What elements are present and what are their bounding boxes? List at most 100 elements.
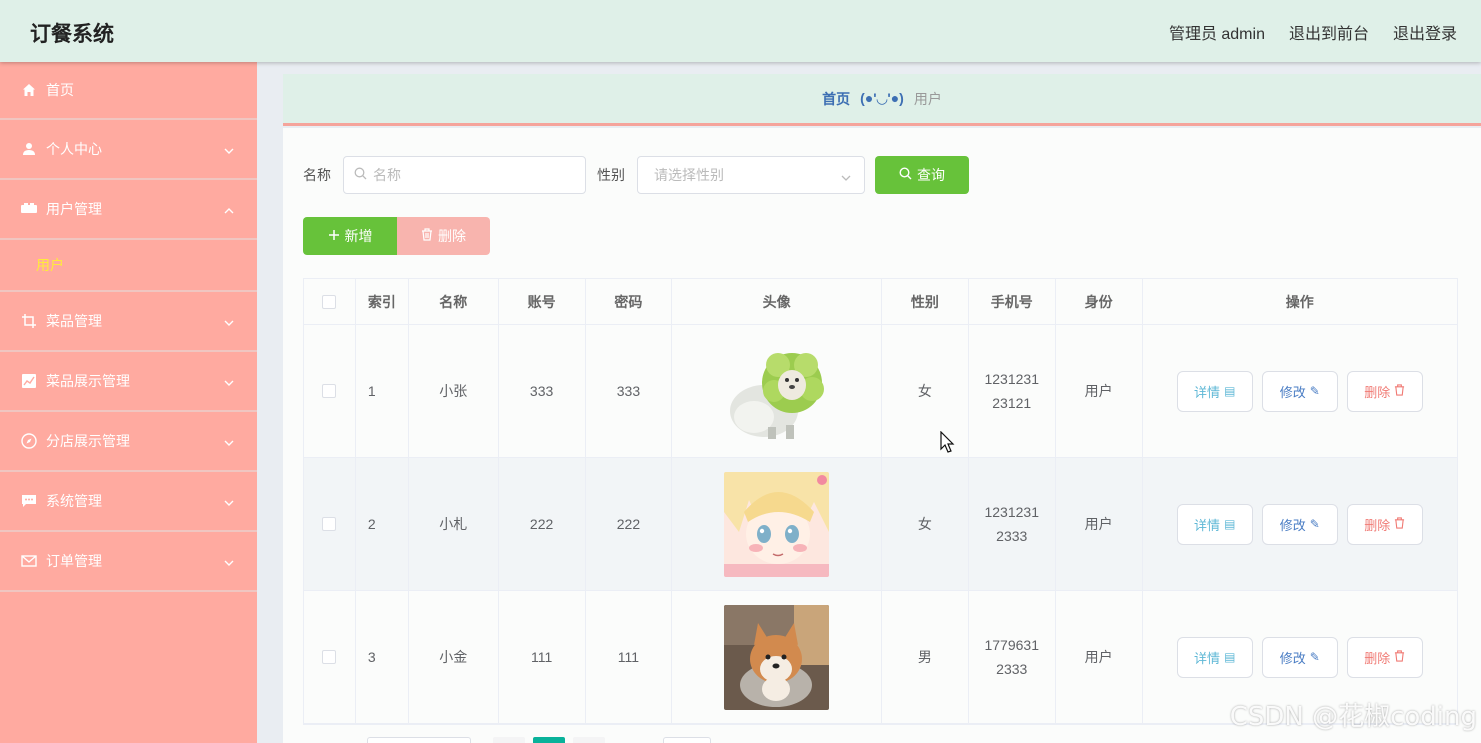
batch-delete-label: 删除	[438, 228, 466, 244]
chevron-up-icon	[223, 202, 235, 218]
user-table: 索引 名称 账号 密码 头像 性别 手机号 身份 操作 1 小张 333 333	[303, 278, 1458, 725]
row-avatar-cell	[672, 591, 882, 723]
detail-button[interactable]: 详情 ▤	[1176, 503, 1253, 545]
chevron-down-icon	[223, 314, 235, 330]
batch-delete-button[interactable]: 删除	[397, 217, 490, 255]
name-label: 名称	[303, 167, 331, 183]
edit-button[interactable]: 修改 ✎	[1261, 503, 1338, 545]
pencil-icon: ✎	[1309, 517, 1320, 531]
delete-label: 删除	[1364, 650, 1391, 666]
sidebar-item-label: 菜品管理	[46, 313, 102, 329]
delete-button[interactable]: 删除	[1346, 636, 1423, 678]
compass-icon	[20, 432, 38, 450]
sidebar-item-personal-center[interactable]: 个人中心	[0, 120, 257, 180]
users-icon	[20, 200, 38, 218]
row-checkbox[interactable]	[322, 517, 337, 531]
detail-label: 详情	[1194, 384, 1221, 400]
detail-button[interactable]: 详情 ▤	[1176, 636, 1253, 678]
query-button[interactable]: 查询	[875, 156, 969, 194]
page-button-current[interactable]	[533, 737, 565, 743]
row-avatar-cell	[672, 325, 882, 457]
chevron-down-icon	[223, 494, 235, 510]
chart-icon	[20, 372, 38, 390]
sidebar-subitem-user[interactable]: 用户	[0, 240, 257, 292]
crop-icon	[20, 312, 38, 330]
row-phone-line2: 2333	[996, 661, 1028, 677]
edit-label: 修改	[1279, 650, 1306, 666]
row-phone-line1: 1231231	[984, 504, 1039, 520]
detail-label: 详情	[1194, 650, 1221, 666]
home-icon	[20, 81, 38, 99]
admin-label: 管理员 admin	[1168, 26, 1265, 43]
search-icon	[899, 167, 912, 183]
sidebar-item-dish-display[interactable]: 菜品展示管理	[0, 352, 257, 412]
row-checkbox-cell	[304, 591, 356, 723]
row-role: 用户	[1056, 325, 1143, 457]
trash-icon	[421, 228, 433, 244]
column-header: 密码	[586, 279, 673, 324]
sidebar-item-home[interactable]: 首页	[0, 62, 257, 120]
exit-to-front-link[interactable]: 退出到前台	[1289, 20, 1369, 44]
search-form: 名称 名称 性别 请选择性别 查询	[303, 156, 969, 194]
pencil-icon: ✎	[1309, 384, 1320, 398]
column-header: 名称	[409, 279, 499, 324]
trash-icon	[1394, 649, 1405, 665]
page-jump-input[interactable]	[663, 737, 711, 743]
action-bar: 新增 删除	[303, 217, 490, 255]
row-actions: 详情 ▤ 修改 ✎ 删除	[1143, 325, 1457, 457]
logout-link[interactable]: 退出登录	[1393, 20, 1457, 44]
prev-page-button[interactable]	[493, 737, 525, 743]
sidebar-item-user-management[interactable]: 用户管理	[0, 180, 257, 240]
row-password: 222	[586, 458, 673, 590]
watermark: CSDN @花椒coding	[1229, 702, 1477, 732]
sidebar-item-label: 首页	[46, 82, 74, 98]
sidebar-item-branch-display[interactable]: 分店展示管理	[0, 412, 257, 472]
row-phone-line1: 1231231	[984, 371, 1039, 387]
breadcrumb-current: 用户	[913, 90, 942, 107]
sex-select[interactable]: 请选择性别	[637, 156, 865, 194]
delete-label: 删除	[1364, 384, 1391, 400]
row-password: 333	[586, 325, 673, 457]
add-button-label: 新增	[344, 228, 373, 244]
row-account: 333	[499, 325, 586, 457]
row-checkbox[interactable]	[322, 650, 337, 664]
column-header: 账号	[499, 279, 586, 324]
breadcrumb-home[interactable]: 首页	[822, 89, 850, 109]
row-checkbox[interactable]	[322, 384, 337, 398]
row-phone: 1231231 2333	[969, 458, 1056, 590]
select-all-checkbox[interactable]	[322, 294, 337, 309]
page-size-select[interactable]	[367, 737, 471, 743]
row-phone: 1231231 23121	[969, 325, 1056, 457]
sidebar-item-system-management[interactable]: 系统管理	[0, 472, 257, 532]
detail-label: 详情	[1194, 517, 1221, 533]
document-icon: ▤	[1224, 384, 1236, 398]
next-page-button[interactable]	[573, 737, 605, 743]
sidebar-item-dish-management[interactable]: 菜品管理	[0, 292, 257, 352]
name-input-placeholder: 名称	[373, 167, 401, 183]
row-phone: 1779631 2333	[969, 591, 1056, 723]
detail-button[interactable]: 详情 ▤	[1176, 370, 1253, 412]
user-icon	[20, 140, 38, 158]
column-header: 操作	[1285, 293, 1314, 310]
anime-girl-image	[724, 471, 830, 577]
chevron-down-icon	[223, 554, 235, 570]
delete-button[interactable]: 删除	[1346, 370, 1423, 412]
name-search-input[interactable]: 名称	[343, 156, 586, 194]
sidebar-item-label: 订单管理	[46, 553, 102, 569]
row-name: 小张	[409, 325, 499, 457]
search-icon	[354, 167, 367, 183]
edit-button[interactable]: 修改 ✎	[1261, 370, 1338, 412]
edit-label: 修改	[1279, 517, 1306, 533]
add-button[interactable]: 新增	[303, 217, 397, 255]
sidebar-item-order-management[interactable]: 订单管理	[0, 532, 257, 592]
row-sex: 男	[882, 591, 969, 723]
row-phone-line2: 23121	[992, 395, 1032, 411]
row-name: 小札	[409, 458, 499, 590]
message-icon	[20, 492, 38, 510]
sex-label: 性别	[597, 167, 625, 183]
chevron-down-icon	[223, 374, 235, 390]
row-phone-line2: 2333	[996, 528, 1028, 544]
sidebar-item-label: 菜品展示管理	[46, 373, 130, 389]
edit-button[interactable]: 修改 ✎	[1261, 636, 1338, 678]
delete-button[interactable]: 删除	[1346, 503, 1423, 545]
